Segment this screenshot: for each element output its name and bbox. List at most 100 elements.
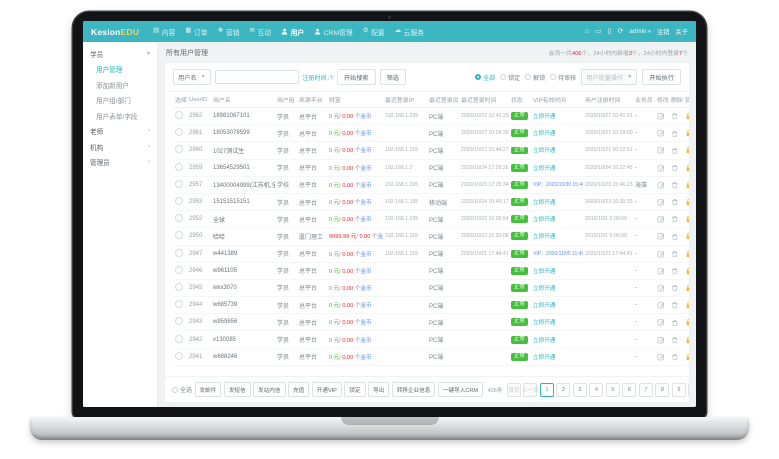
column-header[interactable]: 最近登录时间 <box>459 92 509 108</box>
edit-icon[interactable] <box>657 250 665 257</box>
pagination-page[interactable]: 5 <box>605 382 620 397</box>
pagination-page[interactable]: 4 <box>589 382 604 397</box>
trash-icon[interactable] <box>671 285 679 292</box>
cell-username[interactable]: 1027测试生 <box>211 141 275 160</box>
column-header[interactable]: 用户注册时间 <box>583 92 633 108</box>
pagination-page[interactable]: 10 <box>688 382 689 397</box>
column-header[interactable]: 删除 <box>669 92 683 108</box>
table-row[interactable]: 2945 wkx3070 学员 总平台 0 元/ 0.00 个金币 PC端 正常… <box>173 279 689 298</box>
edit-icon[interactable] <box>657 199 665 206</box>
lock-icon[interactable] <box>685 112 689 120</box>
vip-activate-link[interactable]: 立即开通 <box>533 166 555 172</box>
phone-icon[interactable]: ▯ <box>608 28 612 35</box>
trash-icon[interactable] <box>671 336 679 343</box>
trash-icon[interactable] <box>671 319 679 326</box>
trash-icon[interactable] <box>671 233 679 240</box>
lock-icon[interactable] <box>685 284 689 292</box>
batch-action-button[interactable]: 发邮件 <box>194 382 222 397</box>
column-header[interactable]: 用户名 <box>211 92 275 108</box>
pagination-page[interactable]: 6 <box>622 382 637 397</box>
lock-icon[interactable] <box>685 250 689 257</box>
edit-icon[interactable] <box>657 233 665 240</box>
edit-icon[interactable] <box>657 216 665 223</box>
table-row[interactable]: 2944 w685739 学员 总平台 0 元/ 0.00 个金币 PC端 正常… <box>173 296 689 315</box>
cell-username[interactable]: 18981087101 <box>211 107 275 126</box>
edit-icon[interactable] <box>657 302 665 309</box>
trash-icon[interactable] <box>671 302 679 309</box>
sidebar-item[interactable]: 老师 › <box>83 124 157 140</box>
vip-activate-link[interactable]: 立即开通 <box>533 148 555 154</box>
table-row[interactable]: 2953 15151515151 学员 总平台 0 元/ 0.00 个金币 19… <box>173 193 689 212</box>
column-header[interactable]: 选择 <box>173 92 187 108</box>
sidebar-item[interactable]: 机构 › <box>83 139 157 155</box>
row-select-radio[interactable] <box>175 128 183 137</box>
column-header[interactable]: UserID <box>187 92 211 108</box>
vip-activate-link[interactable]: VIP：2020/11/05 11:49:41 <box>533 251 583 257</box>
edit-icon[interactable] <box>657 319 665 326</box>
lock-icon[interactable] <box>685 336 689 343</box>
lock-icon[interactable] <box>685 164 689 171</box>
vip-activate-link[interactable]: 立即开通 <box>533 338 555 344</box>
column-header[interactable]: VIP有效时间 <box>531 92 583 108</box>
column-header[interactable]: 修改 <box>655 92 669 108</box>
vip-activate-link[interactable]: 立即开通 <box>533 286 555 292</box>
vip-activate-link[interactable]: 立即开通 <box>533 234 555 240</box>
pagination-page[interactable]: 2 <box>556 382 571 397</box>
table-row[interactable]: 2950 哈哈 学员 厦门理工 9999.99 元/ 0.00 个金币 192.… <box>173 227 689 246</box>
execute-button[interactable]: 开始执行 <box>642 69 681 85</box>
cell-username[interactable]: 全球 <box>211 210 275 229</box>
cell-username[interactable]: w688246 <box>211 348 275 366</box>
cell-username[interactable]: w441389 <box>211 245 275 263</box>
nav-menu-item[interactable]: 用户 <box>281 27 304 37</box>
batch-action-button[interactable]: 转移企业信息 <box>391 382 436 397</box>
sidebar-item[interactable]: 用户表单/字段 <box>83 108 157 124</box>
status-radio[interactable]: 锁定 <box>500 73 520 82</box>
reg-time-sort-link[interactable]: 注册时间↓? <box>303 73 333 82</box>
edit-icon[interactable] <box>657 113 665 120</box>
vip-activate-link[interactable]: 立即开通 <box>533 131 555 137</box>
trash-icon[interactable] <box>671 216 679 223</box>
batch-action-button[interactable]: 发短信 <box>223 382 251 397</box>
table-row[interactable]: 2941 w688246 学员 总平台 0 元/ 0.00 个金币 PC端 正常… <box>173 348 689 366</box>
pagination-page[interactable]: 1 <box>539 382 554 397</box>
nav-menu-item[interactable]: ✉ 互动 <box>250 27 272 37</box>
batch-action-button[interactable]: 导出 <box>368 382 390 397</box>
cell-username[interactable]: w961105 <box>211 262 275 280</box>
lock-icon[interactable] <box>685 319 689 326</box>
column-header[interactable]: 财富 <box>327 92 383 108</box>
trash-icon[interactable] <box>671 182 679 189</box>
cell-username[interactable]: 哈哈 <box>211 227 275 246</box>
trash-icon[interactable] <box>671 130 679 137</box>
sidebar-item[interactable]: 学员 ▾ <box>83 46 157 62</box>
lock-icon[interactable] <box>685 147 689 154</box>
trash-icon[interactable] <box>671 147 679 154</box>
vip-activate-link[interactable]: VIP：2020/10/30 15:46:23 <box>533 182 583 188</box>
logout-link[interactable]: 注销 <box>657 27 670 36</box>
column-header[interactable]: 最近登录IP <box>383 92 427 108</box>
nav-menu-item[interactable]: ⚙ 配置 <box>363 27 385 37</box>
table-row[interactable]: 2961 18053078599 学员 总平台 0 元/ 0.00 个金币 PC… <box>173 124 689 143</box>
about-link[interactable]: 关于 <box>675 27 688 36</box>
vip-activate-link[interactable]: 立即开通 <box>533 355 555 361</box>
table-row[interactable]: 2959 13654529501 学员 总平台 0 元/ 0.00 个金币 19… <box>173 159 689 177</box>
table-row[interactable]: 2960 1027测试生 学员 总平台 0 元/ 0.00 个金币 192.16… <box>173 141 689 160</box>
table-row[interactable]: 2942 v130085 学员 总平台 0 元/ 0.00 个金币 PC端 正常… <box>173 330 689 349</box>
batch-action-button[interactable]: 发站内信 <box>253 382 286 397</box>
row-select-radio[interactable] <box>175 317 183 326</box>
select-all-radio[interactable]: 全选 <box>172 385 192 394</box>
nav-menu-item[interactable]: ▦ 订单 <box>185 27 207 37</box>
trash-icon[interactable] <box>671 113 679 120</box>
sidebar-item[interactable]: 用户管理 <box>83 62 157 78</box>
home-icon[interactable]: ⌂ <box>585 28 589 35</box>
nav-menu-item[interactable]: ☁ 云服务 <box>395 27 424 37</box>
lock-icon[interactable] <box>685 233 689 240</box>
vip-activate-link[interactable]: 立即开通 <box>533 217 555 223</box>
vip-activate-link[interactable]: 立即开通 <box>533 320 555 326</box>
edit-icon[interactable] <box>657 182 665 189</box>
sidebar-item[interactable]: 用户组/部门 <box>83 93 157 109</box>
lock-icon[interactable] <box>685 301 689 309</box>
row-select-radio[interactable] <box>175 231 183 240</box>
row-select-radio[interactable] <box>175 179 183 188</box>
trash-icon[interactable] <box>671 251 679 257</box>
monitor-icon[interactable]: ▭ <box>595 28 602 35</box>
